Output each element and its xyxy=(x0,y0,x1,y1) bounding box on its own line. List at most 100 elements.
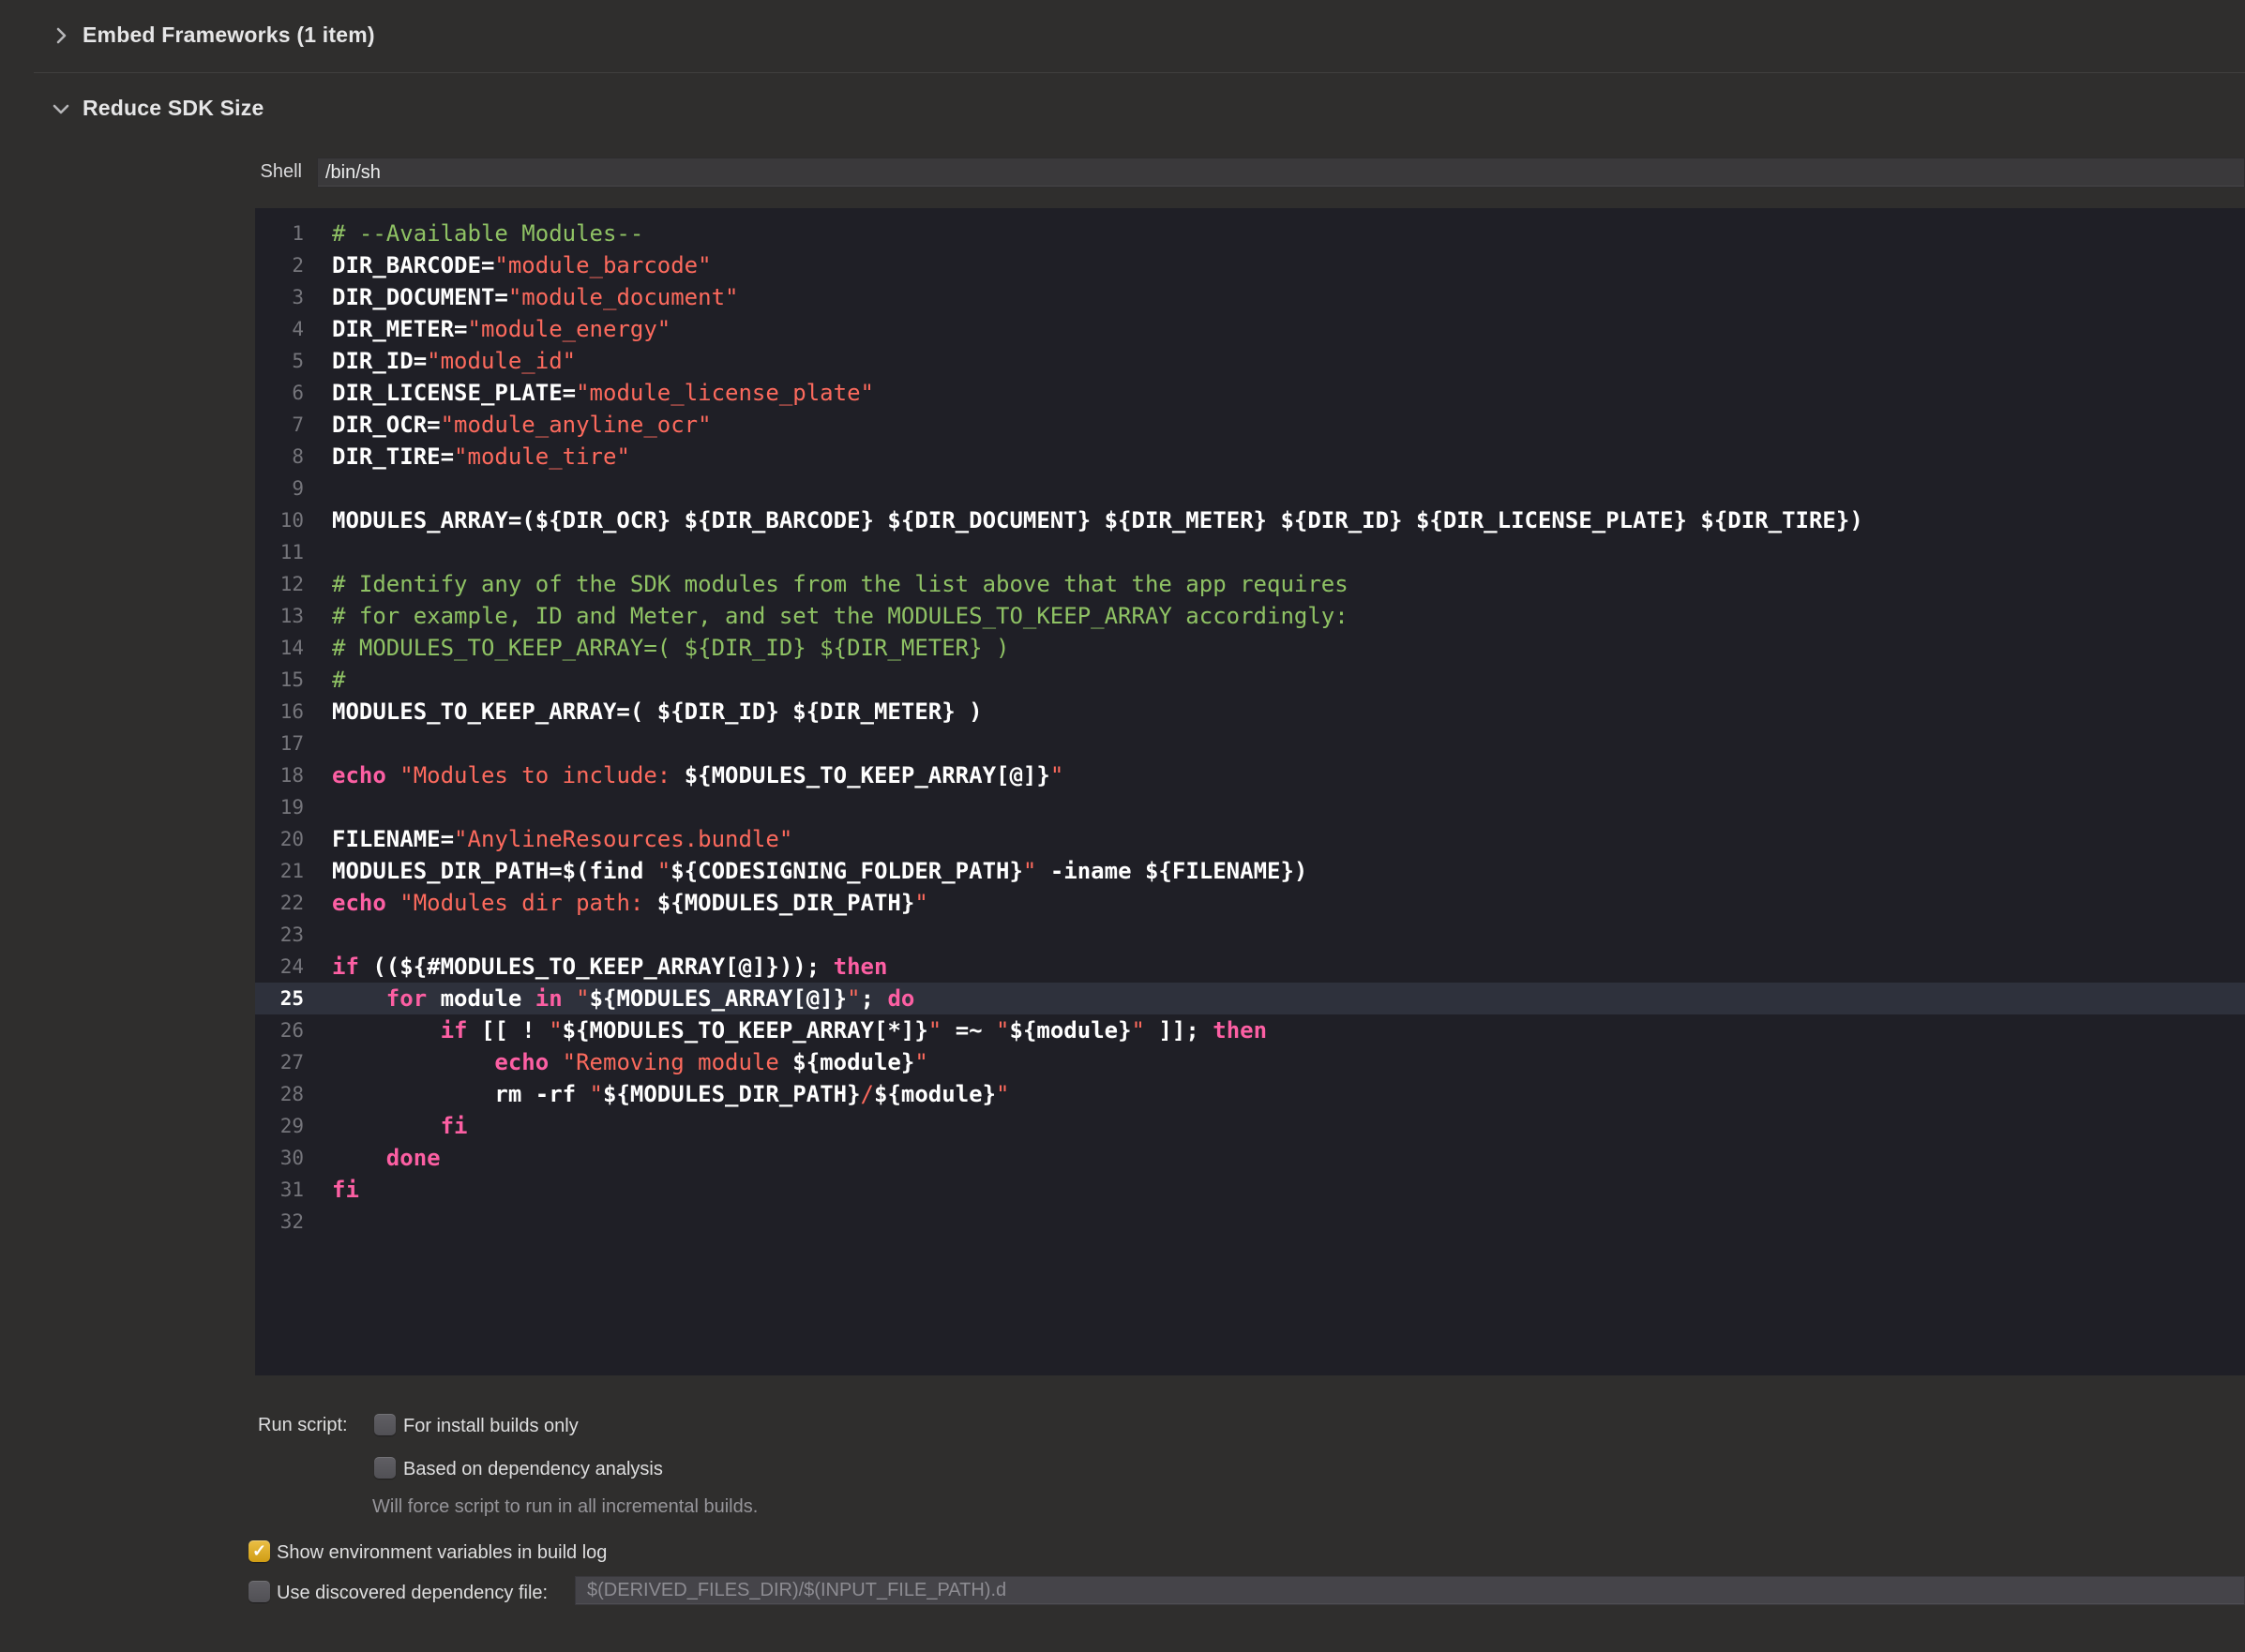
code-line[interactable]: 30 done xyxy=(255,1142,2245,1174)
chevron-right-icon[interactable] xyxy=(51,25,71,46)
code-line[interactable]: 4DIR_METER="module_energy" xyxy=(255,313,2245,345)
section-divider xyxy=(34,72,2245,73)
line-number: 24 xyxy=(255,951,304,983)
code-line[interactable]: 16MODULES_TO_KEEP_ARRAY=( ${DIR_ID} ${DI… xyxy=(255,696,2245,728)
dependency-file-input[interactable] xyxy=(575,1576,2245,1605)
code-text: DIR_DOCUMENT="module_document" xyxy=(304,281,738,313)
code-line[interactable]: 2DIR_BARCODE="module_barcode" xyxy=(255,249,2245,281)
code-line[interactable]: 32 xyxy=(255,1206,2245,1238)
code-line[interactable]: 7DIR_OCR="module_anyline_ocr" xyxy=(255,409,2245,441)
line-number: 5 xyxy=(255,345,304,377)
line-number: 7 xyxy=(255,409,304,441)
line-number: 12 xyxy=(255,568,304,600)
shell-label: Shell xyxy=(255,161,302,183)
checkbox-based-on-dependency-analysis[interactable]: ✓ xyxy=(374,1457,396,1479)
script-editor[interactable]: 1# --Available Modules--2DIR_BARCODE="mo… xyxy=(255,208,2245,1375)
code-text: DIR_TIRE="module_tire" xyxy=(304,441,630,473)
code-line[interactable]: 11 xyxy=(255,536,2245,568)
line-number: 19 xyxy=(255,791,304,823)
code-text: rm -rf "${MODULES_DIR_PATH}/${module}" xyxy=(304,1078,1010,1110)
code-line[interactable]: 14# MODULES_TO_KEEP_ARRAY=( ${DIR_ID} ${… xyxy=(255,632,2245,664)
code-line[interactable]: 9 xyxy=(255,473,2245,504)
code-line[interactable]: 3DIR_DOCUMENT="module_document" xyxy=(255,281,2245,313)
code-text: echo "Modules dir path: ${MODULES_DIR_PA… xyxy=(304,887,928,919)
code-text: fi xyxy=(304,1110,468,1142)
line-number: 8 xyxy=(255,441,304,473)
code-text: for module in "${MODULES_ARRAY[@]}"; do xyxy=(304,983,914,1014)
code-line[interactable]: 23 xyxy=(255,919,2245,951)
code-text: MODULES_TO_KEEP_ARRAY=( ${DIR_ID} ${DIR_… xyxy=(304,696,983,728)
line-number: 11 xyxy=(255,536,304,568)
checkbox-for-install-builds-only[interactable]: ✓ xyxy=(374,1414,396,1435)
line-number: 9 xyxy=(255,473,304,504)
show-environment-variables-label: Show environment variables in build log xyxy=(277,1542,607,1564)
line-number: 6 xyxy=(255,377,304,409)
line-number: 25 xyxy=(255,983,304,1014)
line-number: 10 xyxy=(255,504,304,536)
code-line[interactable]: 29 fi xyxy=(255,1110,2245,1142)
code-line[interactable]: 10MODULES_ARRAY=(${DIR_OCR} ${DIR_BARCOD… xyxy=(255,504,2245,536)
shell-input[interactable] xyxy=(317,158,2245,188)
line-number: 18 xyxy=(255,759,304,791)
checkbox-show-environment-variables[interactable]: ✓ xyxy=(249,1540,270,1562)
code-text: DIR_LICENSE_PLATE="module_license_plate" xyxy=(304,377,874,409)
line-number: 4 xyxy=(255,313,304,345)
line-number: 27 xyxy=(255,1046,304,1078)
code-text: FILENAME="AnylineResources.bundle" xyxy=(304,823,792,855)
code-line[interactable]: 5DIR_ID="module_id" xyxy=(255,345,2245,377)
line-number: 16 xyxy=(255,696,304,728)
code-text: MODULES_ARRAY=(${DIR_OCR} ${DIR_BARCODE}… xyxy=(304,504,1863,536)
line-number: 1 xyxy=(255,218,304,249)
code-line[interactable]: 6DIR_LICENSE_PLATE="module_license_plate… xyxy=(255,377,2245,409)
code-text xyxy=(304,919,332,951)
line-number: 30 xyxy=(255,1142,304,1174)
code-line[interactable]: 28 rm -rf "${MODULES_DIR_PATH}/${module}… xyxy=(255,1078,2245,1110)
code-line[interactable]: 12# Identify any of the SDK modules from… xyxy=(255,568,2245,600)
code-line[interactable]: 20FILENAME="AnylineResources.bundle" xyxy=(255,823,2245,855)
code-line[interactable]: 8DIR_TIRE="module_tire" xyxy=(255,441,2245,473)
code-text: # xyxy=(304,664,345,696)
line-number: 14 xyxy=(255,632,304,664)
chevron-down-icon[interactable] xyxy=(51,98,71,119)
line-number: 21 xyxy=(255,855,304,887)
code-text: echo "Removing module ${module}" xyxy=(304,1046,928,1078)
code-line[interactable]: 1# --Available Modules-- xyxy=(255,218,2245,249)
phase-header-embed-frameworks[interactable]: Embed Frameworks (1 item) xyxy=(0,23,2245,49)
code-line[interactable]: 27 echo "Removing module ${module}" xyxy=(255,1046,2245,1078)
code-line[interactable]: 21MODULES_DIR_PATH=$(find "${CODESIGNING… xyxy=(255,855,2245,887)
code-line[interactable]: 25 for module in "${MODULES_ARRAY[@]}"; … xyxy=(255,983,2245,1014)
code-line[interactable]: 15# xyxy=(255,664,2245,696)
line-number: 31 xyxy=(255,1174,304,1206)
code-line[interactable]: 17 xyxy=(255,728,2245,759)
code-text: # --Available Modules-- xyxy=(304,218,643,249)
code-text: # Identify any of the SDK modules from t… xyxy=(304,568,1349,600)
code-line[interactable]: 19 xyxy=(255,791,2245,823)
phase-header-reduce-sdk-size[interactable]: Reduce SDK Size xyxy=(0,96,2245,122)
line-number: 15 xyxy=(255,664,304,696)
code-line[interactable]: 22echo "Modules dir path: ${MODULES_DIR_… xyxy=(255,887,2245,919)
code-line[interactable]: 18echo "Modules to include: ${MODULES_TO… xyxy=(255,759,2245,791)
code-text: MODULES_DIR_PATH=$(find "${CODESIGNING_F… xyxy=(304,855,1307,887)
code-text xyxy=(304,536,332,568)
code-text: # MODULES_TO_KEEP_ARRAY=( ${DIR_ID} ${DI… xyxy=(304,632,1009,664)
line-number: 28 xyxy=(255,1078,304,1110)
line-number: 2 xyxy=(255,249,304,281)
code-text xyxy=(304,473,332,504)
code-line[interactable]: 13# for example, ID and Meter, and set t… xyxy=(255,600,2245,632)
code-line[interactable]: 26 if [[ ! "${MODULES_TO_KEEP_ARRAY[*]}"… xyxy=(255,1014,2245,1046)
line-number: 20 xyxy=(255,823,304,855)
code-text xyxy=(304,1206,332,1238)
code-text: # for example, ID and Meter, and set the… xyxy=(304,600,1349,632)
code-text: fi xyxy=(304,1174,359,1206)
based-on-dependency-analysis-label: Based on dependency analysis xyxy=(403,1459,663,1480)
code-line[interactable]: 24if ((${#MODULES_TO_KEEP_ARRAY[@]})); t… xyxy=(255,951,2245,983)
code-text: DIR_ID="module_id" xyxy=(304,345,576,377)
for-install-builds-only-label: For install builds only xyxy=(403,1416,579,1437)
phase-title-reduce-sdk-size: Reduce SDK Size xyxy=(83,96,264,121)
checkbox-use-discovered-dependency-file[interactable]: ✓ xyxy=(249,1581,270,1602)
phase-title-embed-frameworks: Embed Frameworks (1 item) xyxy=(83,23,375,48)
code-text xyxy=(304,791,332,823)
code-line[interactable]: 31fi xyxy=(255,1174,2245,1206)
line-number: 3 xyxy=(255,281,304,313)
line-number: 23 xyxy=(255,919,304,951)
